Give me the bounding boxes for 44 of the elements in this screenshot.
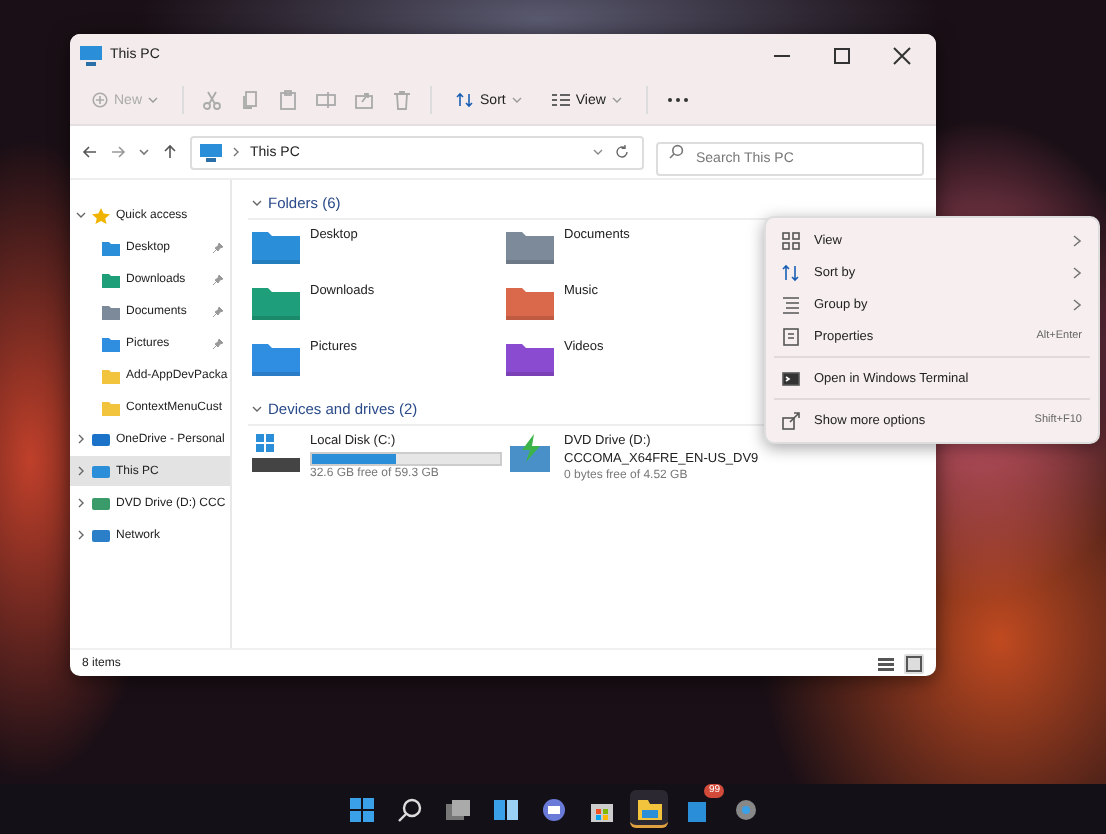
pin-icon[interactable] [212, 305, 224, 317]
chevron-right-icon[interactable] [76, 434, 86, 444]
explorer-taskbar-icon[interactable] [630, 790, 668, 828]
plus-circle-icon [92, 92, 108, 108]
caret-icon [592, 148, 604, 156]
maximize-icon[interactable] [832, 45, 852, 65]
chevron-down-icon[interactable] [252, 198, 262, 208]
forward-icon[interactable] [110, 144, 126, 160]
group-icon [782, 295, 800, 313]
folder-icon[interactable] [252, 340, 300, 376]
back-icon[interactable] [82, 144, 98, 160]
monitor-icon [200, 143, 222, 161]
chevron-right-icon[interactable] [76, 498, 86, 508]
folder-icon[interactable] [252, 228, 300, 264]
caret-icon[interactable] [138, 146, 150, 158]
dvd-drive-icon[interactable] [506, 434, 554, 474]
caret-icon [511, 96, 522, 104]
monitor-icon [80, 45, 102, 65]
sort-icon [456, 92, 475, 108]
chevron-right-icon [232, 146, 240, 158]
terminal-icon [782, 369, 800, 387]
folder-icon[interactable] [506, 284, 554, 320]
chevron-down-icon[interactable] [76, 210, 86, 220]
chevron-down-icon[interactable] [252, 404, 262, 414]
pin-icon[interactable] [212, 241, 224, 253]
hard-drive-icon[interactable] [252, 434, 300, 474]
details-view-icon[interactable] [876, 653, 896, 673]
chevron-right-icon[interactable] [76, 530, 86, 540]
up-icon[interactable] [162, 144, 178, 160]
star-icon [92, 207, 110, 223]
properties-icon [782, 327, 800, 345]
folder-icon[interactable] [252, 284, 300, 320]
folder-icon[interactable] [506, 340, 554, 376]
caret-icon [611, 96, 622, 104]
list-icon [551, 92, 570, 108]
sort-icon [782, 263, 800, 281]
folder-icon[interactable] [506, 228, 554, 264]
caret-icon [148, 96, 159, 104]
pin-icon[interactable] [212, 273, 224, 285]
refresh-icon [614, 144, 630, 160]
chevron-right-icon[interactable] [76, 466, 86, 476]
tiles-view-icon[interactable] [904, 653, 924, 673]
close-icon[interactable] [892, 45, 912, 65]
pin-icon[interactable] [212, 337, 224, 349]
